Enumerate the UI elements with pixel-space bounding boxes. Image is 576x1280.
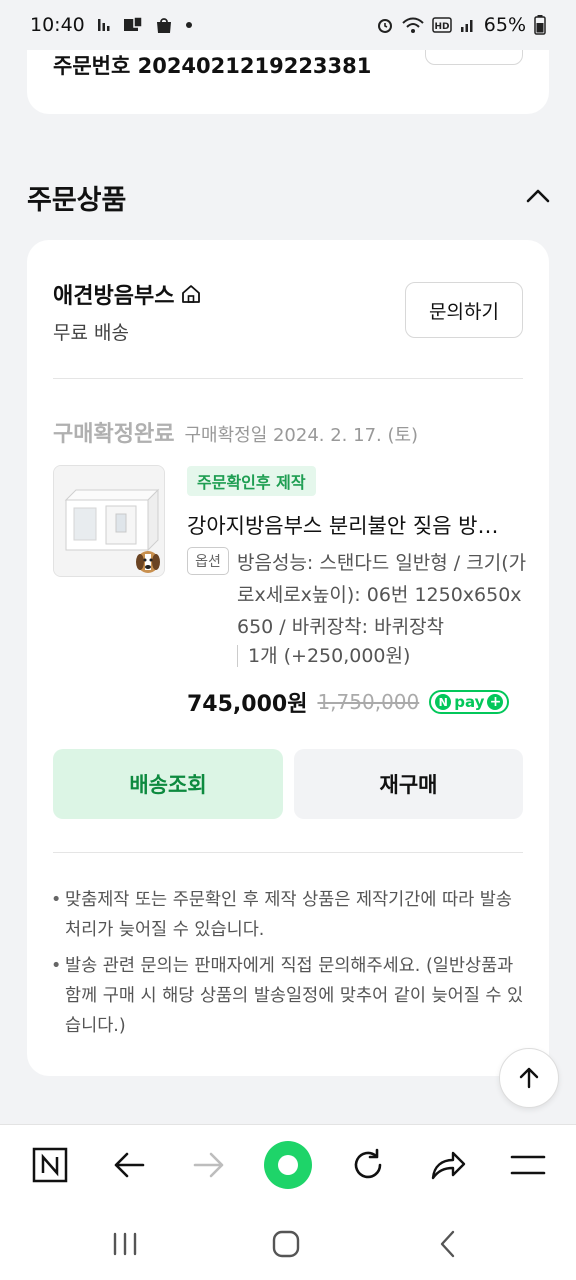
back-button[interactable]: [107, 1143, 151, 1187]
bars-icon: [97, 19, 110, 31]
confirm-date: 구매확정일 2024. 2. 17. (토): [184, 425, 419, 446]
recent-apps-icon: [113, 1232, 137, 1256]
shipping-fee: 무료 배송: [53, 322, 129, 344]
recent-apps-button[interactable]: [105, 1226, 145, 1262]
refresh-icon: [354, 1148, 382, 1179]
mail-icon: [123, 16, 143, 31]
battery-percent: 65%: [483, 14, 526, 36]
arrow-right-icon: [193, 1152, 224, 1178]
rebuy-button[interactable]: 재구매: [294, 749, 523, 819]
order-product-card: 애견방음부스 무료 배송 문의하기 구매확정완료 구매확정일 2024. 2. …: [27, 240, 549, 1076]
product-thumbnail[interactable]: [53, 465, 165, 577]
plus-icon: +: [487, 694, 504, 710]
track-delivery-button[interactable]: 배송조회: [53, 749, 283, 819]
menu-button[interactable]: [506, 1143, 550, 1187]
browser-toolbar: [0, 1124, 576, 1206]
divider: [53, 852, 523, 853]
section-title: 주문상품: [27, 185, 127, 216]
naver-n-icon: N: [435, 694, 452, 710]
original-price: 1,750,000: [317, 690, 420, 714]
battery-icon: [534, 15, 546, 35]
status-time: 10:40: [30, 14, 85, 36]
option-tag: 옵션: [187, 547, 229, 575]
note-item: 발송 관련 문의는 판매자에게 직접 문의해주세요. (일반상품과 함께 구매 …: [51, 951, 531, 1041]
system-nav-bar: [0, 1206, 576, 1280]
bag-icon: [156, 18, 171, 33]
arrow-up-icon: [519, 1067, 539, 1089]
made-to-order-badge: 주문확인후 제작: [187, 466, 316, 496]
arrow-left-icon: [114, 1152, 145, 1178]
note-item: 맞춤제작 또는 주문확인 후 제작 상품은 제작기간에 따라 발송 처리가 늦어…: [51, 885, 531, 945]
refresh-button[interactable]: [346, 1143, 390, 1187]
seller-name-row[interactable]: 애견방음부스: [53, 278, 202, 310]
order-status: 구매확정완료: [53, 422, 175, 447]
order-number: 주문번호 2024021219223381: [53, 54, 372, 78]
seller-name: 애견방음부스: [53, 284, 175, 309]
green-dot-icon: [278, 1155, 298, 1175]
product-name[interactable]: 강아지방음부스 분리불안 짖음 방지 방음부스: [187, 510, 517, 540]
shipping-notes: 맞춤제작 또는 주문확인 후 제작 상품은 제작기간에 따라 발송 처리가 늦어…: [51, 885, 531, 1047]
divider: [53, 378, 523, 379]
wifi-icon: [402, 17, 424, 33]
order-status-row: 구매확정완료 구매확정일 2024. 2. 17. (토): [53, 416, 418, 448]
alarm-icon: [377, 19, 392, 33]
svg-text:HD: HD: [434, 22, 449, 32]
share-button[interactable]: [426, 1143, 470, 1187]
hamburger-menu-icon: [510, 1155, 546, 1175]
system-back-button[interactable]: [428, 1226, 468, 1262]
status-bar: 10:40 HD 65%: [0, 0, 576, 50]
signal-icon: [460, 20, 473, 32]
option-text: 방음성능: 스탠다드 일반형 / 크기(가로x세로x높이): 06번 1250x…: [237, 552, 527, 638]
green-dot-button[interactable]: [264, 1141, 312, 1189]
naver-n-icon: [32, 1147, 68, 1183]
chevron-left-icon: [440, 1230, 455, 1258]
price-row: 745,000원 1,750,000 N pay +: [187, 686, 510, 718]
store-home-icon: [182, 285, 201, 303]
home-button[interactable]: [266, 1226, 306, 1262]
sound-booth-image: [54, 466, 164, 576]
scroll-to-top-button[interactable]: [499, 1048, 559, 1108]
chevron-up-icon[interactable]: [524, 186, 552, 206]
npay-plus-badge: N pay +: [429, 690, 510, 714]
inquiry-button[interactable]: 문의하기: [405, 282, 523, 338]
dot-icon: [185, 22, 192, 28]
share-icon: [431, 1151, 466, 1180]
sale-price: 745,000원: [187, 692, 308, 717]
naver-home-button[interactable]: [28, 1143, 72, 1187]
home-square-icon: [272, 1230, 300, 1258]
forward-button[interactable]: [187, 1143, 231, 1187]
npay-label: pay: [454, 693, 485, 711]
quantity: 1개 (+250,000원): [237, 645, 410, 667]
hd-icon: HD: [432, 17, 452, 33]
